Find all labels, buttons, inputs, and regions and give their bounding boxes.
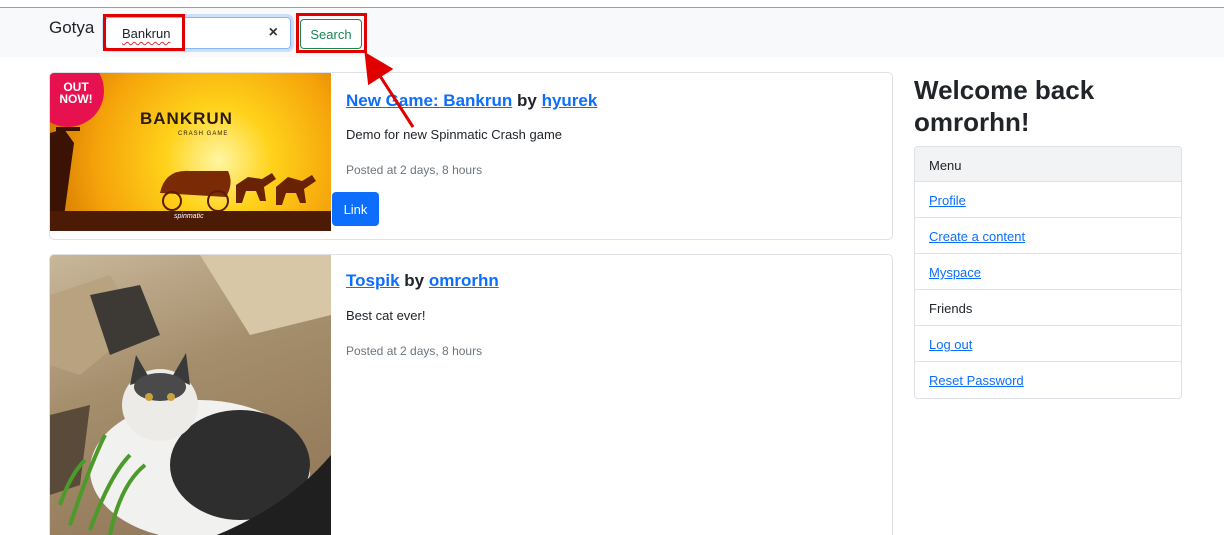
stagecoach-illustration [50,127,316,231]
menu-item-log-out[interactable]: Log out [915,326,1181,362]
post-author-link[interactable]: omrorhn [429,271,499,290]
post-card: OUT NOW! BANKRUN CRASH GAME spinmatic Ne… [49,72,893,240]
publisher-logo: spinmatic [174,213,204,220]
menu-item-myspace[interactable]: Myspace [915,254,1181,290]
post-timestamp: Posted at 2 days, 8 hours [346,344,483,358]
clear-icon[interactable]: × [269,24,278,42]
post-timestamp: Posted at 2 days, 8 hours [346,163,483,177]
post-thumbnail-cat [50,255,331,535]
menu-header: Menu [915,147,1181,182]
post-link-button[interactable]: Link [332,192,379,226]
post-description: Best cat ever! [346,308,426,323]
sidebar-menu: Menu Profile Create a content Myspace Fr… [914,146,1182,399]
annotation-box-search-input [103,14,185,51]
post-by-label: by [517,91,537,110]
navbar-brand[interactable]: Gotya [49,18,94,38]
post-description: Demo for new Spinmatic Crash game [346,127,563,142]
post-by-label: by [404,271,425,290]
annotation-box-search-button [296,13,367,53]
menu-item-reset-password[interactable]: Reset Password [915,362,1181,398]
welcome-heading: Welcome back omrorhn! [914,75,1095,137]
post-thumbnail-bankrun: OUT NOW! BANKRUN CRASH GAME spinmatic [50,73,331,231]
post-card: Tospik by omrorhn Best cat ever! Posted … [49,254,893,535]
post-author-link[interactable]: hyurek [542,91,598,110]
cat-photo [50,255,331,535]
post-title-link[interactable]: Tospik [346,271,400,290]
post-title-line: Tospik by omrorhn [346,271,499,291]
menu-item-friends[interactable]: Friends [915,290,1181,326]
menu-item-create-content[interactable]: Create a content [915,218,1181,254]
post-title-link[interactable]: New Game: Bankrun [346,91,512,110]
menu-item-profile[interactable]: Profile [915,182,1181,218]
post-title-line: New Game: Bankrun by hyurek [346,91,597,111]
